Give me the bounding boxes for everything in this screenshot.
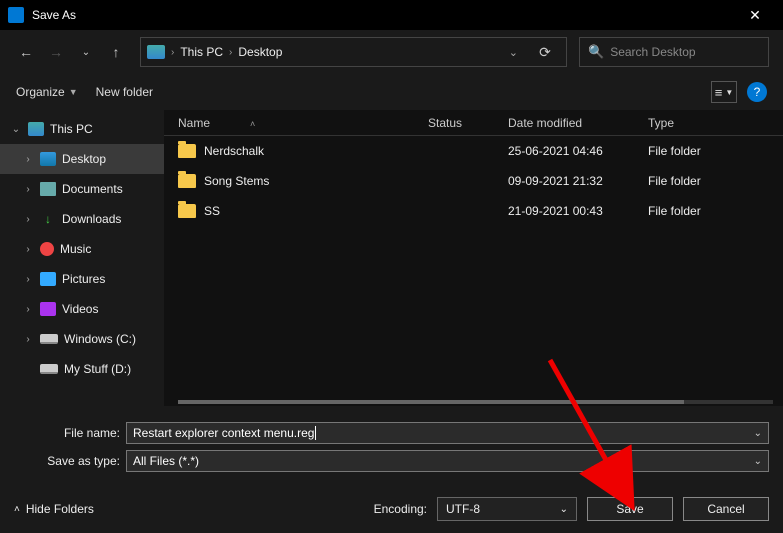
column-headers[interactable]: Name ˄ Status Date modified Type [164, 110, 783, 136]
drive-icon [40, 364, 58, 374]
cancel-button[interactable]: Cancel [683, 497, 769, 521]
forward-button[interactable]: → [44, 40, 68, 64]
hide-folders-button[interactable]: ˄ Hide Folders [14, 502, 94, 516]
col-status[interactable]: Status [428, 116, 462, 130]
encoding-select[interactable]: UTF-8 ⌄ [437, 497, 577, 521]
window-title: Save As [32, 8, 735, 22]
view-button[interactable]: ≡ ▼ [711, 81, 737, 103]
chevron-right-icon[interactable] [22, 334, 34, 345]
downloads-icon: ↓ [40, 212, 56, 226]
chevron-down-icon[interactable]: ⌄ [754, 456, 762, 467]
chevron-right-icon[interactable] [22, 244, 34, 255]
recent-dropdown[interactable]: ⌄ [74, 40, 98, 64]
desktop-icon [40, 152, 56, 166]
filename-label: File name: [14, 426, 126, 440]
organize-button[interactable]: Organize ▼ [16, 85, 78, 99]
back-button[interactable]: ← [14, 40, 38, 64]
search-icon: 🔍 [588, 44, 604, 60]
sidebar-item-documents[interactable]: Documents [0, 174, 164, 204]
saveastype-select[interactable]: All Files (*.*) ⌄ [126, 450, 769, 472]
chevron-right-icon[interactable] [22, 274, 34, 285]
address-bar[interactable]: › This PC › Desktop ⌄ ⟳ [140, 37, 567, 67]
pc-icon [28, 122, 44, 136]
chevron-right-icon[interactable] [22, 154, 34, 165]
sort-asc-icon: ˄ [250, 119, 255, 129]
sidebar-item-this-pc[interactable]: This PC [0, 114, 164, 144]
chevron-down-icon: ▼ [69, 87, 78, 97]
sidebar-item-downloads[interactable]: ↓ Downloads [0, 204, 164, 234]
table-row[interactable]: Nerdschalk 25-06-2021 04:46 File folder [164, 136, 783, 166]
sidebar-item-drive-d[interactable]: My Stuff (D:) [0, 354, 164, 384]
save-button[interactable]: Save [587, 497, 673, 521]
chevron-right-icon: › [171, 47, 174, 58]
sidebar-item-desktop[interactable]: Desktop [0, 144, 164, 174]
chevron-down-icon[interactable] [10, 124, 22, 135]
sidebar-item-pictures[interactable]: Pictures [0, 264, 164, 294]
filename-input[interactable]: Restart explorer context menu.reg ⌄ [126, 422, 769, 444]
app-icon [8, 7, 24, 23]
col-date[interactable]: Date modified [508, 116, 582, 130]
chevron-down-icon[interactable]: ⌄ [754, 428, 762, 439]
chevron-right-icon: › [229, 47, 232, 58]
breadcrumb-current[interactable]: Desktop [238, 45, 282, 59]
table-row[interactable]: Song Stems 09-09-2021 21:32 File folder [164, 166, 783, 196]
search-input[interactable]: 🔍 Search Desktop [579, 37, 769, 67]
toolbar: Organize ▼ New folder ≡ ▼ ? [0, 74, 783, 110]
address-dropdown-icon[interactable]: ⌄ [503, 46, 524, 59]
col-name[interactable]: Name [178, 116, 210, 130]
sidebar-item-music[interactable]: Music [0, 234, 164, 264]
scrollbar[interactable] [178, 400, 773, 404]
chevron-down-icon: ⌄ [560, 504, 568, 515]
new-folder-button[interactable]: New folder [96, 85, 153, 99]
col-type[interactable]: Type [648, 116, 674, 130]
videos-icon [40, 302, 56, 316]
encoding-label: Encoding: [374, 502, 427, 516]
sidebar-item-drive-c[interactable]: Windows (C:) [0, 324, 164, 354]
folder-icon [178, 144, 196, 158]
close-icon[interactable]: ✕ [735, 7, 775, 24]
chevron-right-icon[interactable] [22, 184, 34, 195]
titlebar: Save As ✕ [0, 0, 783, 30]
pictures-icon [40, 272, 56, 286]
up-button[interactable]: ↑ [104, 40, 128, 64]
music-icon [40, 242, 54, 256]
pc-icon [147, 45, 165, 59]
folder-icon [178, 174, 196, 188]
save-as-dialog: Save As ✕ ← → ⌄ ↑ › This PC › Desktop ⌄ … [0, 0, 783, 533]
fields: File name: Restart explorer context menu… [0, 406, 783, 480]
chevron-up-icon: ˄ [14, 504, 20, 515]
search-placeholder: Search Desktop [610, 45, 695, 59]
chevron-right-icon[interactable] [22, 304, 34, 315]
documents-icon [40, 182, 56, 196]
nav-row: ← → ⌄ ↑ › This PC › Desktop ⌄ ⟳ 🔍 Search… [0, 30, 783, 74]
folder-icon [178, 204, 196, 218]
table-row[interactable]: SS 21-09-2021 00:43 File folder [164, 196, 783, 226]
refresh-icon[interactable]: ⟳ [530, 44, 560, 61]
breadcrumb-root[interactable]: This PC [180, 45, 223, 59]
sidebar: This PC Desktop Documents ↓ Downloads Mu… [0, 110, 164, 406]
drive-icon [40, 334, 58, 344]
footer: ˄ Hide Folders Encoding: UTF-8 ⌄ Save Ca… [0, 485, 783, 533]
file-list: Name ˄ Status Date modified Type Nerdscha… [164, 110, 783, 406]
sidebar-item-videos[interactable]: Videos [0, 294, 164, 324]
help-icon[interactable]: ? [747, 82, 767, 102]
chevron-right-icon[interactable] [22, 214, 34, 225]
saveastype-label: Save as type: [14, 454, 126, 468]
